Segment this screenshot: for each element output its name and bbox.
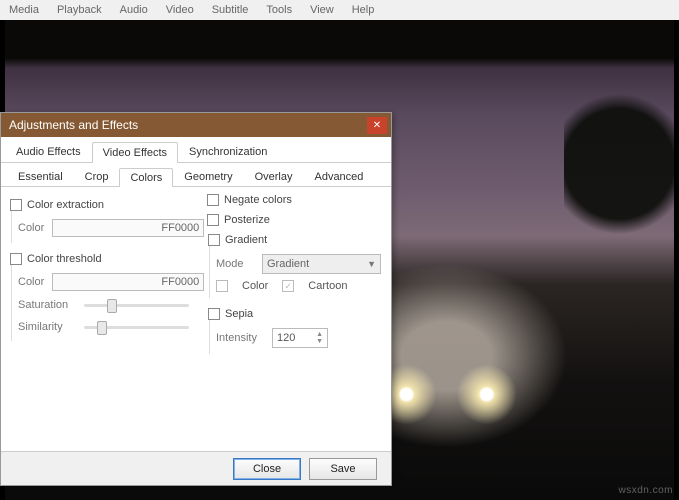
negate-checkbox[interactable] [207,194,219,206]
color-threshold-checkbox[interactable] [10,253,22,265]
subtab-crop[interactable]: Crop [74,167,120,186]
adjustments-effects-dialog: Adjustments and Effects ✕ Audio Effects … [0,112,392,486]
negate-label: Negate colors [224,194,292,206]
extraction-color-field[interactable] [52,219,204,237]
threshold-color-field[interactable] [52,273,204,291]
color-extraction-label: Color extraction [27,199,104,211]
stepper-arrows-icon: ▲▼ [316,331,323,345]
colors-panel: Color extraction Color Color threshold C… [1,187,391,451]
main-tabs: Audio Effects Video Effects Synchronizat… [1,137,391,163]
menu-tools[interactable]: Tools [257,4,301,16]
sepia-checkbox[interactable] [208,308,220,320]
sepia-group: Sepia Intensity 120 ▲▼ [209,308,381,354]
sepia-intensity-label: Intensity [216,332,264,344]
saturation-slider[interactable] [84,297,189,313]
tab-audio-effects[interactable]: Audio Effects [5,141,92,162]
gradient-cartoon-label: Cartoon [308,280,347,292]
sepia-label: Sepia [225,308,253,320]
gradient-color-label: Color [242,280,268,292]
menu-playback[interactable]: Playback [48,4,111,16]
watermark: wsxdn.com [618,485,673,496]
color-extraction-group: Color extraction Color [11,199,189,243]
chevron-down-icon: ▼ [367,259,376,269]
color-extraction-checkbox[interactable] [10,199,22,211]
menu-help[interactable]: Help [343,4,384,16]
posterize-label: Posterize [224,214,270,226]
save-button[interactable]: Save [309,458,377,480]
saturation-label: Saturation [18,299,76,311]
close-button[interactable]: Close [233,458,301,480]
sepia-intensity-stepper[interactable]: 120 ▲▼ [272,328,328,348]
scene-tree [564,80,674,360]
gradient-mode-value: Gradient [267,258,309,270]
similarity-slider[interactable] [84,319,189,335]
subtab-essential[interactable]: Essential [7,167,74,186]
tab-video-effects[interactable]: Video Effects [92,142,178,163]
menu-video[interactable]: Video [157,4,203,16]
dialog-button-bar: Close Save [1,451,391,485]
subtab-overlay[interactable]: Overlay [244,167,304,186]
app-menubar: Media Playback Audio Video Subtitle Tool… [0,0,679,20]
gradient-mode-dropdown[interactable]: Gradient ▼ [262,254,381,274]
similarity-label: Similarity [18,321,76,333]
video-effects-subtabs: Essential Crop Colors Geometry Overlay A… [1,163,391,187]
menu-subtitle[interactable]: Subtitle [203,4,258,16]
close-icon[interactable]: ✕ [367,117,387,134]
menu-audio[interactable]: Audio [111,4,157,16]
gradient-mode-label: Mode [216,258,254,270]
dialog-title: Adjustments and Effects [9,118,138,132]
posterize-checkbox[interactable] [207,214,219,226]
gradient-group: Gradient Mode Gradient ▼ Color ✓ Cartoon [209,234,381,298]
dialog-titlebar[interactable]: Adjustments and Effects ✕ [1,113,391,137]
menu-view[interactable]: View [301,4,343,16]
gradient-checkbox[interactable] [208,234,220,246]
gradient-cartoon-checkbox[interactable]: ✓ [282,280,294,292]
gradient-color-checkbox[interactable] [216,280,228,292]
color-threshold-label: Color threshold [27,253,102,265]
sepia-intensity-value: 120 [277,332,295,344]
gradient-label: Gradient [225,234,267,246]
subtab-colors[interactable]: Colors [119,168,173,187]
subtab-geometry[interactable]: Geometry [173,167,243,186]
threshold-color-label: Color [18,276,44,288]
extraction-color-label: Color [18,222,44,234]
tab-synchronization[interactable]: Synchronization [178,141,278,162]
subtab-advanced[interactable]: Advanced [303,167,374,186]
color-threshold-group: Color threshold Color Saturation Similar… [11,253,189,341]
menu-media[interactable]: Media [0,4,48,16]
